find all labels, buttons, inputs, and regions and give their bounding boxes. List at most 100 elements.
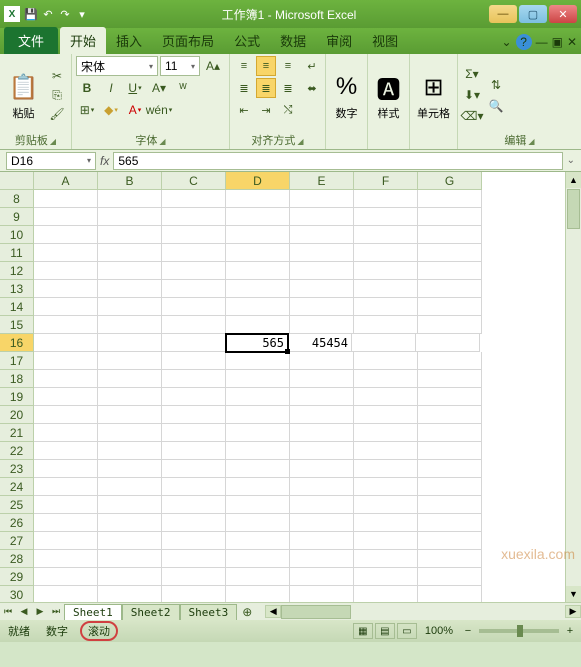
- cell-G17[interactable]: [418, 352, 482, 370]
- cell-B27[interactable]: [98, 532, 162, 550]
- close-button[interactable]: ✕: [549, 5, 577, 23]
- cell-F23[interactable]: [354, 460, 418, 478]
- increase-indent-icon[interactable]: ⇥: [256, 100, 276, 120]
- align-center-icon[interactable]: ≣: [256, 78, 276, 98]
- col-header-F[interactable]: F: [354, 172, 418, 190]
- cell-E22[interactable]: [290, 442, 354, 460]
- orientation-icon[interactable]: ⤭: [278, 100, 298, 120]
- cell-D16[interactable]: 565: [225, 333, 289, 353]
- scroll-down-icon[interactable]: ▼: [566, 586, 581, 602]
- tab-insert[interactable]: 插入: [106, 27, 152, 54]
- cell-B25[interactable]: [98, 496, 162, 514]
- cell-E29[interactable]: [290, 568, 354, 586]
- cell-B28[interactable]: [98, 550, 162, 568]
- cell-C28[interactable]: [162, 550, 226, 568]
- cell-A8[interactable]: [34, 190, 98, 208]
- cell-C8[interactable]: [162, 190, 226, 208]
- maximize-button[interactable]: ▢: [519, 5, 547, 23]
- cell-E21[interactable]: [290, 424, 354, 442]
- cell-F13[interactable]: [354, 280, 418, 298]
- qat-dropdown-icon[interactable]: ▾: [75, 7, 89, 21]
- cell-E25[interactable]: [290, 496, 354, 514]
- cell-A19[interactable]: [34, 388, 98, 406]
- cell-F21[interactable]: [354, 424, 418, 442]
- sheet-nav-prev-icon[interactable]: ◀: [16, 606, 32, 617]
- cell-B8[interactable]: [98, 190, 162, 208]
- sheet-nav-first-icon[interactable]: ⏮: [0, 606, 16, 617]
- cell-C26[interactable]: [162, 514, 226, 532]
- view-page-break-icon[interactable]: ▭: [397, 623, 417, 639]
- cell-D23[interactable]: [226, 460, 290, 478]
- cell-C16[interactable]: [162, 334, 226, 352]
- row-header-29[interactable]: 29: [0, 568, 34, 586]
- align-left-icon[interactable]: ≣: [234, 78, 254, 98]
- cell-A26[interactable]: [34, 514, 98, 532]
- zoom-out-icon[interactable]: −: [461, 625, 475, 637]
- cell-D10[interactable]: [226, 226, 290, 244]
- cell-E14[interactable]: [290, 298, 354, 316]
- cell-F28[interactable]: [354, 550, 418, 568]
- cell-G29[interactable]: [418, 568, 482, 586]
- italic-button[interactable]: I: [100, 78, 122, 98]
- cell-F12[interactable]: [354, 262, 418, 280]
- cell-E24[interactable]: [290, 478, 354, 496]
- row-header-20[interactable]: 20: [0, 406, 34, 424]
- sheet-tab-3[interactable]: Sheet3: [180, 604, 238, 620]
- fx-icon[interactable]: fx: [100, 154, 109, 168]
- col-header-G[interactable]: G: [418, 172, 482, 190]
- cell-D29[interactable]: [226, 568, 290, 586]
- cell-E19[interactable]: [290, 388, 354, 406]
- undo-icon[interactable]: ↶: [41, 7, 55, 21]
- zoom-slider[interactable]: − +: [461, 625, 577, 637]
- cell-F19[interactable]: [354, 388, 418, 406]
- workbook-minimize-icon[interactable]: —: [536, 35, 548, 49]
- cell-A27[interactable]: [34, 532, 98, 550]
- underline-button[interactable]: U: [124, 78, 146, 98]
- cell-C15[interactable]: [162, 316, 226, 334]
- cell-C30[interactable]: [162, 586, 226, 602]
- cell-E23[interactable]: [290, 460, 354, 478]
- cell-C17[interactable]: [162, 352, 226, 370]
- cell-C21[interactable]: [162, 424, 226, 442]
- cell-C22[interactable]: [162, 442, 226, 460]
- cell-D18[interactable]: [226, 370, 290, 388]
- cell-D12[interactable]: [226, 262, 290, 280]
- cell-E10[interactable]: [290, 226, 354, 244]
- cell-G25[interactable]: [418, 496, 482, 514]
- cell-C11[interactable]: [162, 244, 226, 262]
- cell-G10[interactable]: [418, 226, 482, 244]
- cell-A24[interactable]: [34, 478, 98, 496]
- cell-F27[interactable]: [354, 532, 418, 550]
- row-header-26[interactable]: 26: [0, 514, 34, 532]
- cell-B11[interactable]: [98, 244, 162, 262]
- horizontal-scrollbar[interactable]: ◀ ▶: [265, 605, 581, 619]
- cells-button[interactable]: ⊞ 单元格: [414, 56, 453, 134]
- cell-C23[interactable]: [162, 460, 226, 478]
- row-header-10[interactable]: 10: [0, 226, 34, 244]
- cell-G18[interactable]: [418, 370, 482, 388]
- cell-D30[interactable]: [226, 586, 290, 602]
- merge-center-icon[interactable]: ⬌: [302, 78, 322, 98]
- cell-B14[interactable]: [98, 298, 162, 316]
- minimize-button[interactable]: —: [489, 5, 517, 23]
- cell-D25[interactable]: [226, 496, 290, 514]
- cell-E11[interactable]: [290, 244, 354, 262]
- col-header-C[interactable]: C: [162, 172, 226, 190]
- zoom-handle[interactable]: [517, 625, 523, 637]
- cut-icon[interactable]: ✂: [47, 67, 67, 85]
- cell-F26[interactable]: [354, 514, 418, 532]
- cell-G26[interactable]: [418, 514, 482, 532]
- cell-G22[interactable]: [418, 442, 482, 460]
- cell-B17[interactable]: [98, 352, 162, 370]
- cell-C12[interactable]: [162, 262, 226, 280]
- tab-view[interactable]: 视图: [362, 27, 408, 54]
- cell-D20[interactable]: [226, 406, 290, 424]
- minimize-ribbon-icon[interactable]: ⌄: [502, 35, 512, 49]
- row-header-8[interactable]: 8: [0, 190, 34, 208]
- cell-G9[interactable]: [418, 208, 482, 226]
- cell-D13[interactable]: [226, 280, 290, 298]
- row-header-21[interactable]: 21: [0, 424, 34, 442]
- cell-A14[interactable]: [34, 298, 98, 316]
- cell-G28[interactable]: [418, 550, 482, 568]
- cell-E28[interactable]: [290, 550, 354, 568]
